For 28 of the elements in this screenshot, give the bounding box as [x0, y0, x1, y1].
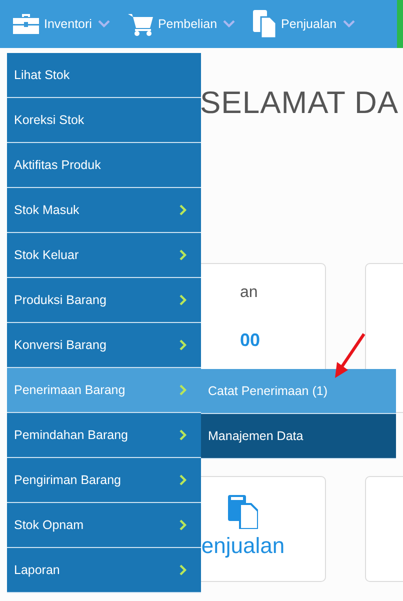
- document-icon: [253, 10, 278, 38]
- card-title: enjualan: [201, 533, 285, 559]
- welcome-heading: SELAMAT DA: [200, 85, 400, 121]
- cart-icon: [128, 12, 154, 36]
- briefcase-icon: [12, 12, 40, 36]
- card-value: 00: [240, 330, 260, 351]
- nav-menu-item[interactable]: Penjualan: [253, 10, 355, 38]
- chevron-right-icon: [179, 384, 187, 396]
- card-label: an: [240, 284, 258, 302]
- submenu-item[interactable]: Catat Penerimaan (1): [201, 369, 396, 414]
- nav-menu-item[interactable]: Inventori: [12, 12, 110, 36]
- chevron-right-icon: [179, 519, 187, 531]
- caret-icon: [98, 20, 110, 28]
- chevron-right-icon: [179, 294, 187, 306]
- chevron-right-icon: [179, 474, 187, 486]
- status-strip: [397, 0, 403, 48]
- nav-menu-item[interactable]: Pembelian: [128, 12, 236, 36]
- chevron-right-icon: [179, 249, 187, 261]
- menu-item[interactable]: Penerimaan Barang: [7, 368, 201, 413]
- chevron-right-icon: [179, 204, 187, 216]
- caret-icon: [342, 20, 355, 28]
- submenu-item[interactable]: Manajemen Data: [201, 414, 396, 459]
- chevron-right-icon: [179, 339, 187, 351]
- chevron-right-icon: [179, 564, 187, 576]
- document-icon: [228, 495, 258, 529]
- pointer-arrow: [333, 332, 367, 380]
- caret-icon: [223, 20, 236, 28]
- chevron-right-icon: [179, 429, 187, 441]
